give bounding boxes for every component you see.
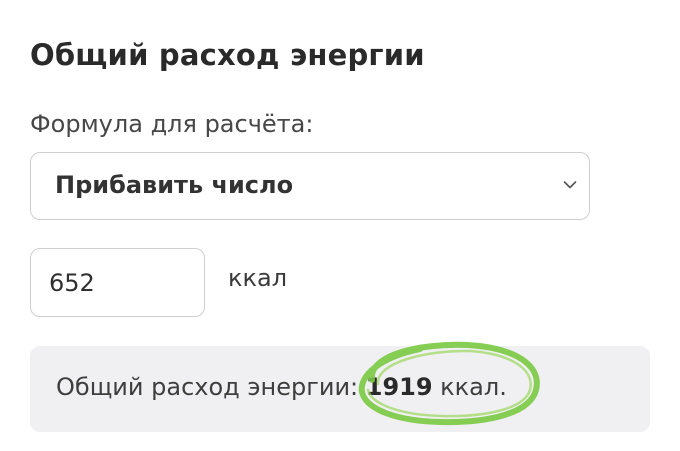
result-suffix: ккал.: [432, 373, 507, 401]
formula-select-value: Прибавить число: [55, 171, 294, 199]
calorie-input[interactable]: [30, 248, 205, 317]
formula-label: Формула для расчёта:: [30, 110, 314, 138]
formula-select[interactable]: Прибавить число: [30, 152, 590, 220]
unit-label: ккал: [228, 264, 288, 292]
result-text: Общий расход энергии: 1919 ккал.: [56, 373, 507, 401]
chevron-down-icon: [563, 181, 577, 189]
result-panel: Общий расход энергии: 1919 ккал.: [30, 346, 650, 432]
page-title: Общий расход энергии: [30, 38, 425, 72]
result-prefix: Общий расход энергии:: [56, 373, 366, 401]
result-value: 1919: [365, 373, 433, 401]
